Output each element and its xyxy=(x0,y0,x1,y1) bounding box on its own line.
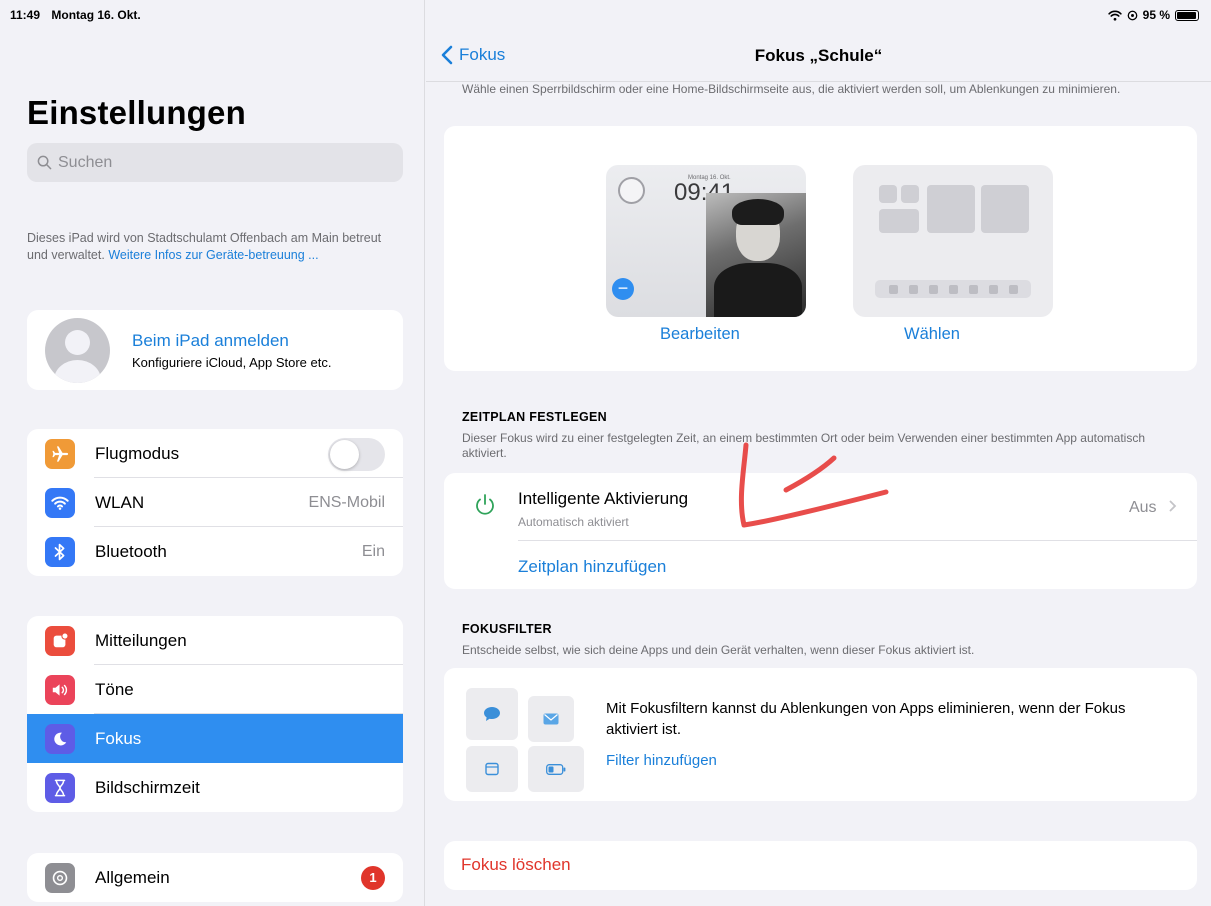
managed-more-link[interactable]: Weitere Infos zur Geräte-betreuung ... xyxy=(108,248,318,262)
focus-filter-info: Mit Fokusfiltern kannst du Ablenkungen v… xyxy=(606,700,1126,738)
status-bar-right: 95 % xyxy=(1107,8,1199,22)
calendar-filter-tile xyxy=(466,746,518,792)
homescreen-preview[interactable] xyxy=(853,165,1053,317)
sidebar-item-label: Allgemein xyxy=(95,867,170,887)
sidebar-item-screen-time[interactable]: Bildschirmzeit xyxy=(27,763,403,812)
bluetooth-value: Ein xyxy=(361,542,385,560)
schedule-description: Dieser Fokus wird zu einer festgelegten … xyxy=(462,431,1145,460)
moon-icon xyxy=(45,723,75,754)
low-power-icon xyxy=(546,763,566,775)
status-time: 11:49 xyxy=(10,8,41,22)
sidebar-item-sounds[interactable]: Töne xyxy=(27,665,403,714)
managed-notice: Dieses iPad wird von Stadtschulamt Offen… xyxy=(27,230,403,264)
mail-filter-tile xyxy=(528,696,574,742)
wifi-status-icon xyxy=(1107,10,1122,21)
power-icon xyxy=(476,494,494,515)
sidebar-item-label: Töne xyxy=(95,679,134,699)
sound-icon xyxy=(45,674,75,705)
smart-activation-subtitle: Automatisch aktiviert xyxy=(518,515,629,529)
chevron-right-icon xyxy=(1169,500,1177,512)
wallpaper-portrait xyxy=(706,193,806,317)
notifications-icon xyxy=(45,625,75,656)
sidebar-item-wifi[interactable]: WLAN ENS-Mobil xyxy=(27,478,403,527)
general-group: Allgemein 1 xyxy=(27,853,403,902)
bluetooth-icon xyxy=(45,536,75,567)
sidebar-item-airplane[interactable]: Flugmodus xyxy=(27,429,403,478)
status-date: Montag 16. Okt. xyxy=(51,8,141,22)
battery-filter-tile xyxy=(528,746,584,792)
sidebar-item-label: Flugmodus xyxy=(95,443,180,463)
sidebar-item-label: Bildschirmzeit xyxy=(95,777,200,797)
hourglass-icon xyxy=(45,772,75,803)
choose-homescreen-link[interactable]: Wählen xyxy=(904,325,960,344)
wifi-network-value: ENS-Mobil xyxy=(308,493,385,511)
search-placeholder: Suchen xyxy=(58,153,113,171)
gear-icon xyxy=(45,862,75,893)
connectivity-group: Flugmodus WLAN ENS-Mobil Bluetooth Ein xyxy=(27,429,403,576)
mail-icon xyxy=(543,713,559,725)
add-schedule-button[interactable]: Zeitplan hinzufügen xyxy=(518,557,666,577)
smart-activation-value: Aus xyxy=(1129,499,1177,517)
sidebar-item-focus[interactable]: Fokus xyxy=(27,714,403,763)
status-bar-left: 11:49 Montag 16. Okt. xyxy=(10,8,149,22)
schedule-card: Intelligente Aktivierung Automatisch akt… xyxy=(444,473,1197,589)
remove-lockscreen-button[interactable]: − xyxy=(612,278,634,300)
sidebar-item-label: Mitteilungen xyxy=(95,630,187,650)
wifi-icon xyxy=(45,487,75,518)
battery-percentage: 95 % xyxy=(1142,8,1170,22)
airplane-toggle[interactable] xyxy=(328,438,385,471)
add-filter-button[interactable]: Filter hinzufügen xyxy=(606,752,717,769)
sidebar-item-label: WLAN xyxy=(95,492,145,512)
nav-title: Fokus „Schule“ xyxy=(754,46,883,65)
settings-sidebar: 11:49 Montag 16. Okt. Einstellungen Such… xyxy=(0,0,425,906)
page-title: Einstellungen xyxy=(27,94,246,131)
avatar xyxy=(45,317,110,383)
signin-title: Beim iPad anmelden xyxy=(132,330,289,350)
focus-detail-pane: 95 % Fokus Fokus „Schule“ Wähle einen Sp… xyxy=(426,0,1211,906)
apple-id-signin[interactable]: Beim iPad anmelden Konfiguriere iCloud, … xyxy=(27,310,403,390)
clock-widget-icon xyxy=(618,177,645,204)
lockscreen-preview[interactable]: Montag 16. Okt. 09:41 xyxy=(606,165,806,317)
sidebar-item-label: Bluetooth xyxy=(95,541,167,561)
notifications-group: Mitteilungen Töne Fokus Bildschirmzeit xyxy=(27,616,403,812)
focus-filter-header: FOKUSFILTER xyxy=(462,622,552,636)
screens-card: − Montag 16. Okt. 09:41 Bearbeiten Wähle… xyxy=(444,126,1197,371)
delete-focus-row[interactable]: Fokus löschen xyxy=(444,841,1197,890)
sidebar-item-bluetooth[interactable]: Bluetooth Ein xyxy=(27,527,403,576)
location-lock-icon xyxy=(1127,10,1137,20)
edit-lockscreen-link[interactable]: Bearbeiten xyxy=(660,325,740,344)
focus-filter-description: Entscheide selbst, wie sich deine Apps u… xyxy=(462,643,975,657)
sidebar-item-label: Fokus xyxy=(95,728,142,748)
delete-focus-label: Fokus löschen xyxy=(461,855,571,874)
search-input[interactable]: Suchen xyxy=(27,143,403,182)
message-filter-tile xyxy=(466,688,518,740)
calendar-icon xyxy=(485,762,499,776)
smart-activation-status: Aus xyxy=(1128,499,1157,516)
sidebar-item-general[interactable]: Allgemein 1 xyxy=(27,853,403,902)
navigation-bar: Fokus Fokus „Schule“ xyxy=(426,38,1211,82)
schedule-header: ZEITPLAN FESTLEGEN xyxy=(462,410,607,424)
homescreen-dock xyxy=(875,280,1031,298)
message-icon xyxy=(484,707,500,721)
smart-activation-title: Intelligente Aktivierung xyxy=(518,489,689,508)
signin-subtitle: Konfiguriere iCloud, App Store etc. xyxy=(132,354,332,370)
update-badge: 1 xyxy=(361,865,385,890)
sidebar-item-notifications[interactable]: Mitteilungen xyxy=(27,616,403,665)
intro-text: Wähle einen Sperrbildschirm oder eine Ho… xyxy=(462,82,1121,96)
battery-icon xyxy=(1175,9,1199,21)
focus-filter-card: Mit Fokusfiltern kannst du Ablenkungen v… xyxy=(444,668,1197,801)
airplane-icon xyxy=(45,438,75,469)
search-icon xyxy=(37,155,52,170)
